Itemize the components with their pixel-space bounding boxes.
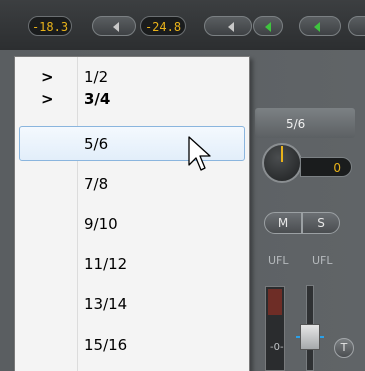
trim-button[interactable]: T (334, 338, 354, 358)
menu-item-label: 9/10 (84, 215, 118, 233)
gain-knob-pointer (281, 146, 283, 162)
gain-value[interactable]: 0 (300, 157, 352, 177)
menu-item-label: 3/4 (84, 90, 111, 108)
chevron-right-icon: > (41, 90, 54, 108)
fader-scale-label: -0- (270, 342, 284, 353)
menu-item-9-10[interactable]: 9/10 (19, 207, 245, 242)
level-readout-left: -18.3 (28, 16, 72, 36)
play-button-3[interactable] (348, 16, 365, 36)
play-left-icon (228, 22, 234, 32)
play-left-icon (314, 22, 320, 32)
menu-item-label: 13/14 (84, 295, 128, 313)
menu-item-label: 15/16 (84, 336, 128, 354)
nav-back-button-1[interactable] (92, 16, 136, 36)
menu-item-label: 11/12 (84, 255, 128, 273)
mute-button[interactable]: M (264, 212, 302, 234)
menu-item-label: 7/8 (84, 175, 109, 193)
channel-name: 5/6 (286, 117, 306, 131)
level-readout-right: -24.8 (140, 16, 186, 36)
play-left-icon (265, 22, 271, 32)
menu-item-15-16[interactable]: 15/16 (19, 328, 245, 363)
ufl-label-left: UFL (268, 254, 289, 267)
volume-fader[interactable] (300, 324, 320, 350)
menu-item-11-12[interactable]: 11/12 (19, 247, 245, 282)
mouse-pointer-icon (188, 136, 211, 171)
solo-button[interactable]: S (302, 212, 340, 234)
top-strip: -18.3 -24.8 (0, 0, 365, 50)
ufl-label-right: UFL (312, 254, 333, 267)
play-button-2[interactable] (299, 16, 341, 36)
play-left-icon (113, 22, 119, 32)
menu-item-3-4[interactable]: > 3/4 (19, 82, 245, 117)
channel-select-menu: > 1/2 > 3/4 5/6 7/8 9/10 11/12 13/14 15/… (14, 56, 250, 371)
nav-back-button-2[interactable] (204, 16, 252, 36)
level-meter-overload (268, 289, 282, 315)
menu-item-13-14[interactable]: 13/14 (19, 287, 245, 322)
play-button-1[interactable] (253, 16, 283, 36)
menu-item-label: 5/6 (84, 135, 109, 153)
